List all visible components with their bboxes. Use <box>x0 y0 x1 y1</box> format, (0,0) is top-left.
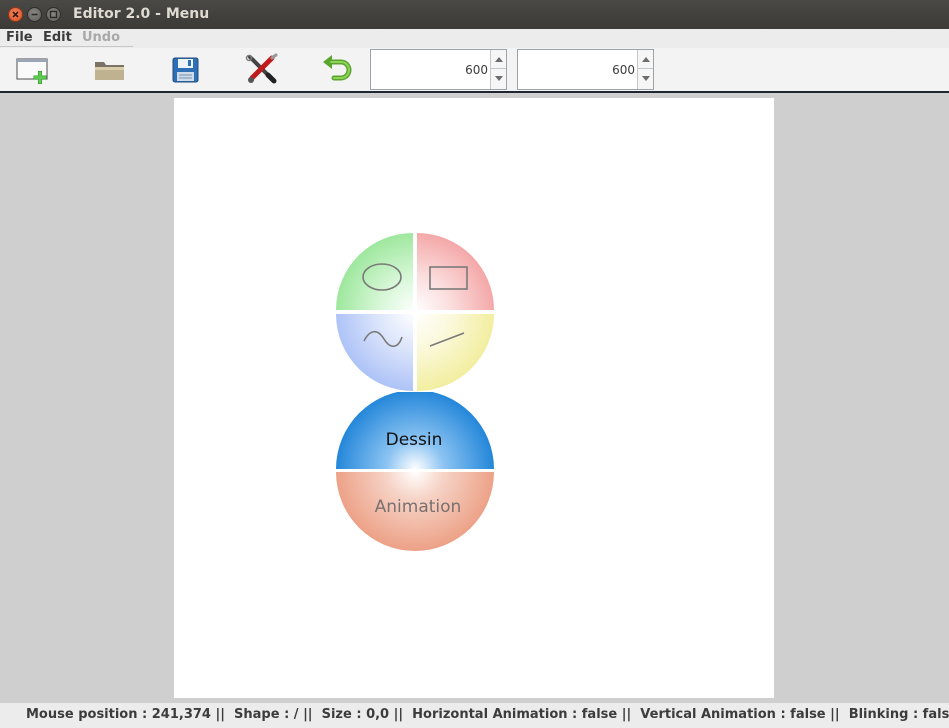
toolbar-divider <box>0 91 949 93</box>
save-button[interactable] <box>168 53 204 85</box>
shape-freehand-option[interactable] <box>336 314 413 391</box>
maximize-icon[interactable] <box>46 7 61 22</box>
floppy-disk-icon <box>172 57 199 83</box>
undo-arrow-icon <box>323 55 352 81</box>
shape-line-option[interactable] <box>417 314 494 391</box>
minimize-icon[interactable] <box>27 7 42 22</box>
tools-button[interactable] <box>243 53 279 85</box>
dessin-label: Dessin <box>386 430 443 450</box>
undo-button[interactable] <box>319 53 355 85</box>
height-spinner-buttons <box>637 50 653 89</box>
drawing-canvas[interactable]: Dessin Animation <box>174 98 774 698</box>
height-increment-button[interactable] <box>638 50 653 69</box>
height-value[interactable]: 600 <box>612 63 635 77</box>
width-increment-button[interactable] <box>491 50 506 69</box>
width-spinner[interactable]: 600 <box>370 49 507 90</box>
menu-bar: File Edit Undo <box>0 29 949 48</box>
menu-undo[interactable]: Undo <box>82 30 120 45</box>
mode-animation-option[interactable]: Animation <box>336 472 494 551</box>
height-spinner[interactable]: 600 <box>517 49 654 90</box>
height-decrement-button[interactable] <box>638 69 653 88</box>
menu-divider <box>0 46 133 47</box>
shape-ellipse-option[interactable] <box>336 233 413 310</box>
close-icon[interactable] <box>8 7 23 22</box>
new-document-icon <box>16 58 48 84</box>
mode-dessin-option[interactable]: Dessin <box>336 392 494 469</box>
menu-edit[interactable]: Edit <box>43 30 72 45</box>
mode-menu: Dessin Animation <box>336 392 494 551</box>
window-title: Editor 2.0 - Menu <box>73 6 210 22</box>
width-spinner-buttons <box>490 50 506 89</box>
status-bar: Mouse position : 241,374 || Shape : / ||… <box>0 703 949 728</box>
menu-file[interactable]: File <box>6 30 33 45</box>
folder-icon <box>95 62 124 80</box>
status-text: Mouse position : 241,374 || Shape : / ||… <box>26 707 949 722</box>
new-document-button[interactable] <box>15 53 51 85</box>
shape-rectangle-option[interactable] <box>417 233 494 310</box>
animation-label: Animation <box>375 497 462 517</box>
width-value[interactable]: 600 <box>465 63 488 77</box>
title-bar: Editor 2.0 - Menu <box>0 0 949 29</box>
screwdriver-wrench-icon <box>245 53 278 84</box>
width-decrement-button[interactable] <box>491 69 506 88</box>
open-folder-button[interactable] <box>92 53 128 85</box>
shape-menu <box>336 233 494 391</box>
